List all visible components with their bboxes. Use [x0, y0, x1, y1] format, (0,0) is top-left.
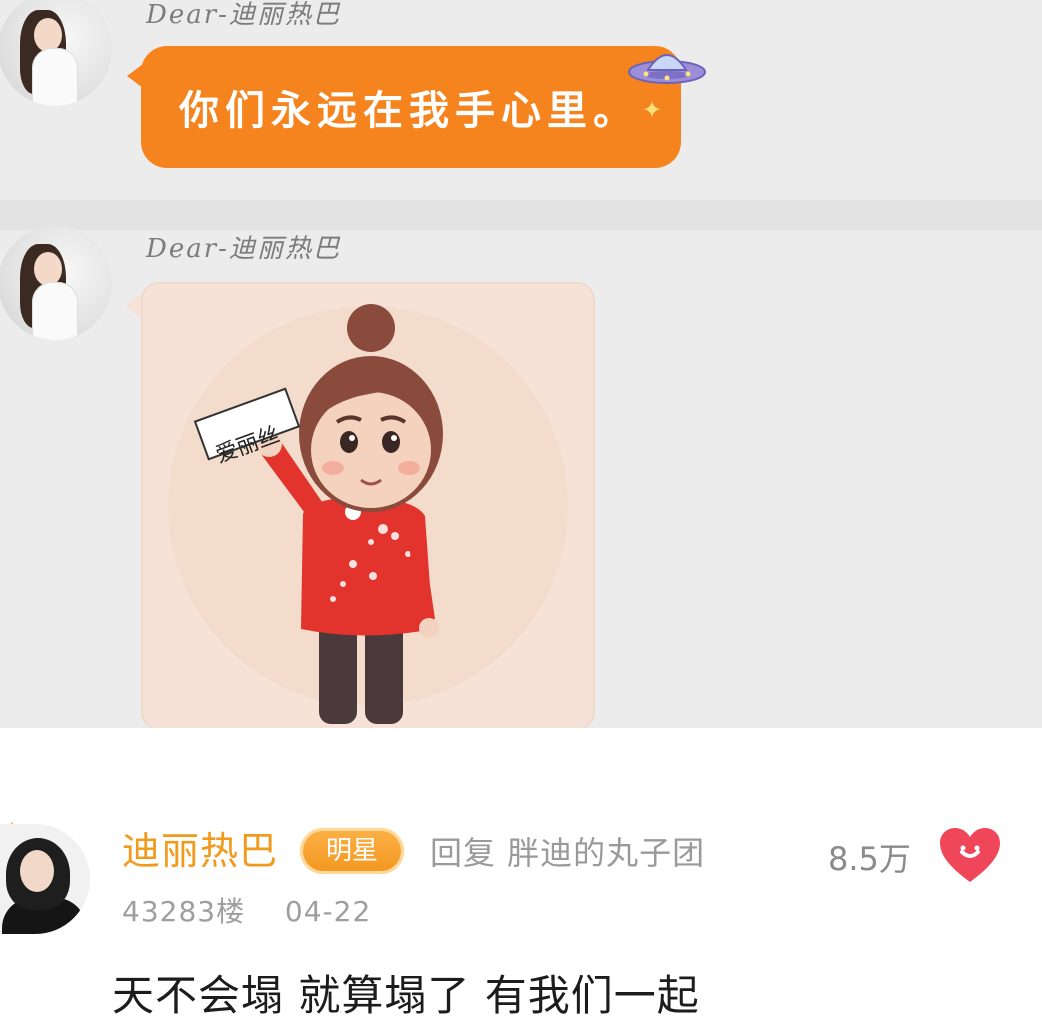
reply-target[interactable]: 回复 胖迪的丸子团: [430, 830, 705, 876]
sender-name: Dear-迪丽热巴: [146, 234, 341, 264]
sender-avatar[interactable]: [0, 0, 112, 106]
ufo-icon: [628, 54, 706, 84]
message-text: 你们永远在我手心里。: [179, 87, 639, 134]
chat-screenshot: Dear-迪丽热巴 你们永远在我手心里。 ✦ Dear-迪丽热巴 爱丽丝: [0, 0, 1042, 728]
sender-avatar[interactable]: [0, 226, 112, 340]
celebrity-badge: 明星: [300, 828, 404, 874]
comment-date: 04-22: [284, 895, 372, 928]
text-message-bubble[interactable]: 你们永远在我手心里。: [127, 46, 681, 168]
sparkle-icon: ✦: [642, 96, 663, 124]
floor-number: 43283楼: [122, 895, 246, 928]
comment-text: 天不会塌 就算塌了 有我们一起: [112, 971, 700, 1020]
cartoon-girl-sticker: [168, 304, 568, 724]
commenter-avatar[interactable]: [0, 824, 90, 934]
sender-name: Dear-迪丽热巴: [146, 0, 341, 30]
commenter-name[interactable]: 迪丽热巴: [122, 826, 278, 876]
like-count: 8.5万: [828, 840, 911, 878]
bubble-tail: [125, 294, 141, 318]
message-divider: [0, 200, 1042, 230]
floor-and-date: 43283楼 04-22: [122, 892, 371, 932]
sticker-image-bubble[interactable]: [141, 282, 595, 728]
heart-icon[interactable]: [938, 826, 1002, 884]
